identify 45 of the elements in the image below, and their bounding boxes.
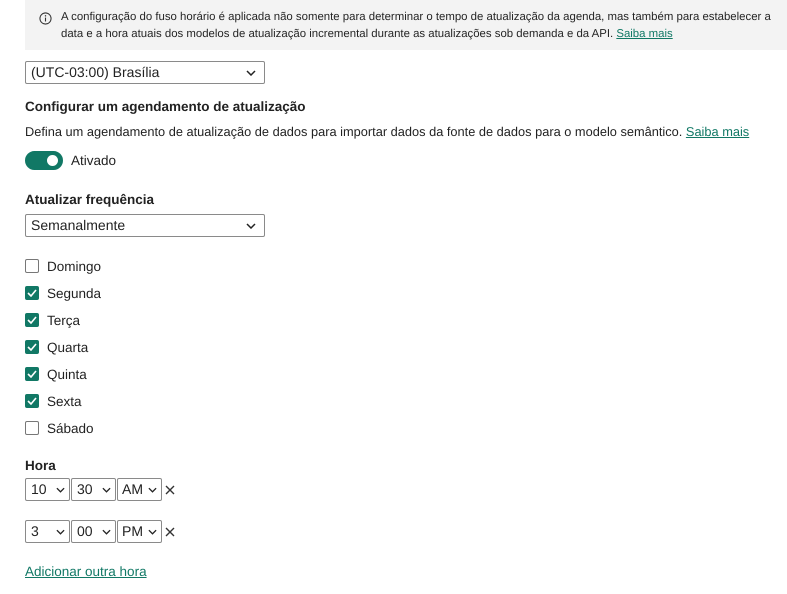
info-message: A configuração do fuso horário é aplicada não somente para determinar o tempo de atualização da agenda, mas também para estabelecer a data e a hora atuais dos modelos de atualização incremental durante as atualizações sob demanda e da API. Saiba mais <box>61 10 772 42</box>
timezone-dropdown[interactable]: (UTC-03:00) Brasília <box>25 61 265 84</box>
checkbox-label: Terça <box>47 312 80 328</box>
section-heading: Configurar um agendamento de atualização <box>25 98 307 115</box>
close-icon <box>165 526 175 536</box>
checkbox[interactable] <box>25 367 39 381</box>
hour-dropdown[interactable]: 10 <box>25 478 70 501</box>
close-icon <box>165 484 175 494</box>
caret-icon <box>56 486 65 492</box>
time-heading: Hora <box>25 457 57 474</box>
checkbox[interactable] <box>25 259 39 273</box>
checkbox-label: Domingo <box>47 258 102 274</box>
checkbox-label: Sábado <box>47 420 94 436</box>
caret-icon <box>246 222 256 228</box>
period-dropdown[interactable]: AM <box>117 478 162 501</box>
learn-more-link[interactable]: Saiba mais <box>686 124 750 139</box>
description-text: Defina um agendamento de atualização de dados para importar dados da fonte de dados para o modelo semântico. Saiba mais <box>25 123 750 140</box>
checkbox[interactable] <box>25 394 39 408</box>
caret-icon <box>56 528 65 534</box>
checkbox[interactable] <box>25 421 39 435</box>
minute-dropdown[interactable]: 30 <box>71 478 116 501</box>
toggle-switch[interactable] <box>25 151 63 170</box>
checkbox[interactable] <box>25 340 39 354</box>
checkbox-label: Sexta <box>47 392 82 410</box>
checkbox[interactable] <box>25 286 39 300</box>
learn-more-link[interactable]: Saiba mais <box>616 28 673 40</box>
frequency-heading: Atualizar frequência <box>25 191 156 208</box>
caret-icon <box>102 486 111 492</box>
checkbox[interactable] <box>25 313 39 327</box>
hour-dropdown[interactable]: 3 <box>25 520 70 543</box>
info-icon <box>39 12 52 25</box>
caret-icon <box>148 486 157 492</box>
checkbox-label: Segunda <box>47 284 102 302</box>
toggle-label: Ativado <box>71 152 116 169</box>
caret-icon <box>148 528 157 534</box>
caret-icon <box>102 528 111 534</box>
minute-dropdown[interactable]: 00 <box>71 520 116 543</box>
checkbox-label: Quarta <box>47 338 88 356</box>
frequency-dropdown[interactable]: Semanalmente <box>25 214 265 237</box>
caret-icon <box>246 70 256 76</box>
remove-time-button[interactable] <box>163 484 175 494</box>
remove-time-button[interactable] <box>163 526 175 536</box>
add-time-link[interactable]: Adicionar outra hora <box>25 563 147 580</box>
checkbox-label: Quinta <box>47 366 87 382</box>
period-dropdown[interactable]: PM <box>117 520 162 543</box>
